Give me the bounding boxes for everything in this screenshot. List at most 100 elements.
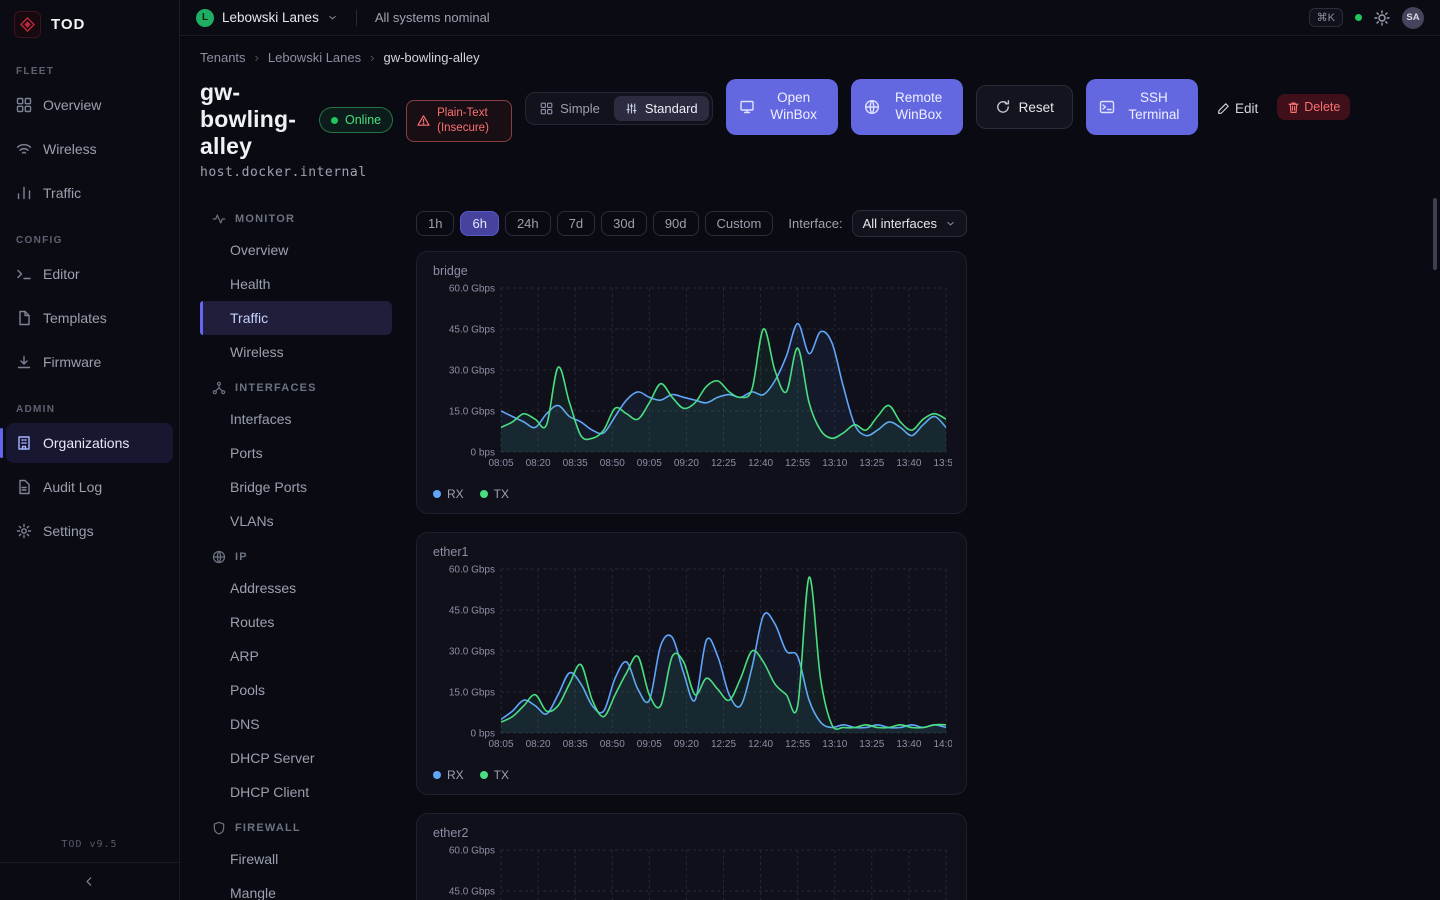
delete-button[interactable]: Delete (1277, 94, 1350, 120)
health-dot (1355, 14, 1362, 21)
security-warning-badge: Plain-Text (Insecure) (406, 100, 512, 142)
open-winbox-button[interactable]: Open WinBox (726, 79, 838, 135)
svg-text:45.0 Gbps: 45.0 Gbps (449, 605, 495, 616)
legend-dot-icon (433, 490, 441, 498)
sidebar-item-label: Wireless (43, 141, 97, 157)
tenant-name: Lebowski Lanes (222, 10, 319, 25)
svg-text:09:20: 09:20 (674, 458, 699, 469)
device-nav-item-traffic[interactable]: Traffic (200, 301, 392, 335)
wifi-icon (16, 141, 32, 157)
sidebar-item-overview[interactable]: Overview (6, 85, 173, 125)
svg-text:45.0 Gbps: 45.0 Gbps (449, 324, 495, 335)
command-palette-shortcut[interactable]: ⌘K (1309, 8, 1343, 27)
breadcrumb: Tenants › Lebowski Lanes › gw-bowling-al… (200, 50, 1416, 65)
app-name: TOD (51, 16, 85, 33)
sidebar-item-templates[interactable]: Templates (6, 298, 173, 338)
svg-text:13:25: 13:25 (859, 458, 884, 469)
chevron-right-icon: › (255, 50, 259, 65)
device-nav-item-overview[interactable]: Overview (200, 233, 392, 267)
grid-icon (540, 102, 553, 115)
mode-simple-button[interactable]: Simple (529, 96, 611, 121)
mode-standard-button[interactable]: Standard (614, 96, 709, 121)
remote-winbox-button[interactable]: Remote WinBox (851, 79, 963, 135)
svg-text:08:20: 08:20 (526, 739, 551, 750)
range-pill-24h[interactable]: 24h (505, 211, 551, 236)
sidebar-item-firmware[interactable]: Firmware (6, 342, 173, 382)
device-nav-item-dns[interactable]: DNS (200, 707, 392, 741)
device-nav-item-addresses[interactable]: Addresses (200, 571, 392, 605)
sidebar-item-traffic[interactable]: Traffic (6, 173, 173, 213)
edit-button[interactable]: Edit (1211, 94, 1264, 122)
device-nav-item-pools[interactable]: Pools (200, 673, 392, 707)
svg-text:12:55: 12:55 (785, 739, 810, 750)
sidebar-section-admin: ADMIN (0, 386, 179, 423)
device-nav: MONITOROverviewHealthTrafficWirelessINTE… (200, 190, 392, 900)
chart-title: bridge (433, 264, 950, 278)
chevron-right-icon: › (370, 50, 374, 65)
breadcrumb-tenant[interactable]: Lebowski Lanes (268, 50, 361, 65)
svg-text:09:05: 09:05 (637, 739, 662, 750)
range-pill-6h[interactable]: 6h (460, 211, 498, 236)
topbar-right: ⌘K SA (1309, 7, 1424, 29)
interface-select[interactable]: All interfaces (852, 210, 967, 237)
svg-text:13:40: 13:40 (896, 458, 921, 469)
sidebar-item-wireless[interactable]: Wireless (6, 129, 173, 169)
device-nav-item-ports[interactable]: Ports (200, 436, 392, 470)
tenant-switcher[interactable]: L Lebowski Lanes (196, 9, 338, 27)
sidebar-item-label: Traffic (43, 185, 81, 201)
device-nav-item-mangle[interactable]: Mangle (200, 876, 392, 900)
sidebar-item-editor[interactable]: Editor (6, 254, 173, 294)
sidebar-item-label: Firmware (43, 354, 101, 370)
chart-legend: RXTX (433, 487, 950, 501)
activity-icon (212, 212, 226, 226)
breadcrumb-tenants[interactable]: Tenants (200, 50, 246, 65)
tenant-avatar: L (196, 9, 214, 27)
device-nav-item-vlans[interactable]: VLANs (200, 504, 392, 538)
reset-button[interactable]: Reset (976, 85, 1073, 129)
sidebar-item-settings[interactable]: Settings (6, 511, 173, 551)
legend-dot-icon (433, 771, 441, 779)
chart-card-bridge: bridge 60.0 Gbps45.0 Gbps30.0 Gbps15.0 Gb… (416, 251, 967, 514)
device-nav-item-bridge-ports[interactable]: Bridge Ports (200, 470, 392, 504)
shield-icon (212, 821, 226, 835)
range-pill-7d[interactable]: 7d (557, 211, 595, 236)
range-pill-1h[interactable]: 1h (416, 211, 454, 236)
device-nav-item-dhcp-client[interactable]: DHCP Client (200, 775, 392, 809)
globe-icon (212, 550, 226, 564)
device-nav-item-firewall[interactable]: Firewall (200, 842, 392, 876)
svg-text:60.0 Gbps: 60.0 Gbps (449, 564, 495, 575)
device-nav-item-arp[interactable]: ARP (200, 639, 392, 673)
range-pill-custom[interactable]: Custom (705, 211, 774, 236)
sidebar-collapse-button[interactable] (0, 862, 179, 900)
scrollbar-thumb[interactable] (1433, 198, 1437, 270)
range-pill-90d[interactable]: 90d (653, 211, 699, 236)
sidebar-item-organizations[interactable]: Organizations (6, 423, 173, 463)
theme-toggle-button[interactable] (1374, 10, 1390, 26)
svg-text:0 bps: 0 bps (471, 728, 495, 739)
range-pill-30d[interactable]: 30d (601, 211, 647, 236)
online-dot-icon (331, 117, 338, 124)
device-nav-item-wireless[interactable]: Wireless (200, 335, 392, 369)
device-nav-item-health[interactable]: Health (200, 267, 392, 301)
svg-text:60.0 Gbps: 60.0 Gbps (449, 845, 495, 856)
device-nav-item-dhcp-server[interactable]: DHCP Server (200, 741, 392, 775)
svg-text:08:05: 08:05 (488, 458, 513, 469)
legend-dot-icon (480, 490, 488, 498)
ssh-terminal-button[interactable]: SSH Terminal (1086, 79, 1198, 135)
winbox-icon (739, 99, 755, 115)
charts-list: bridge 60.0 Gbps45.0 Gbps30.0 Gbps15.0 Gb… (416, 251, 967, 900)
sidebar-item-audit-log[interactable]: Audit Log (6, 467, 173, 507)
interface-filter: Interface: All interfaces (788, 210, 967, 237)
main-column: L Lebowski Lanes All systems nominal ⌘K … (180, 0, 1440, 900)
user-avatar[interactable]: SA (1402, 7, 1424, 29)
device-nav-item-routes[interactable]: Routes (200, 605, 392, 639)
svg-text:13:55: 13:55 (933, 458, 952, 469)
svg-text:12:25: 12:25 (711, 739, 736, 750)
legend-dot-icon (480, 771, 488, 779)
device-nav-item-interfaces[interactable]: Interfaces (200, 402, 392, 436)
traffic-chart-svg: 60.0 Gbps45.0 Gbps30.0 Gbps15.0 Gbps0 bp… (433, 280, 952, 480)
legend-rx: RX (433, 768, 464, 782)
grid-icon (16, 97, 32, 113)
sliders-icon (625, 102, 638, 115)
globe-icon (864, 99, 880, 115)
